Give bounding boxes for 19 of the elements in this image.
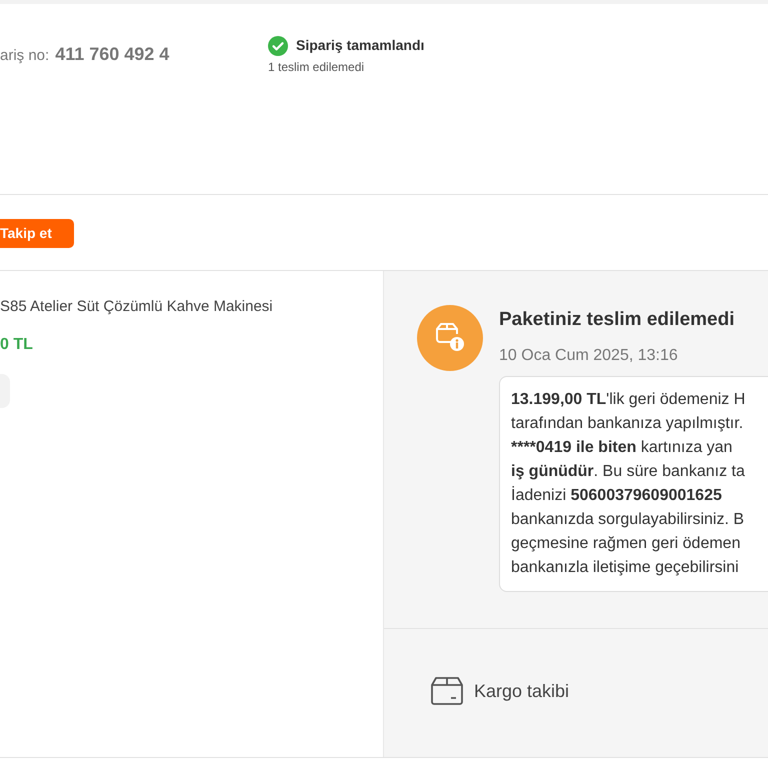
status-title: Sipariş tamamlandı: [296, 36, 424, 55]
product-price: 0 TL: [0, 335, 34, 355]
message-text: ****0419 ile biten kartınıza yan: [511, 438, 734, 458]
message-text: tarafından bankanıza yapılmıştır.: [511, 414, 744, 434]
event-date: 10 Oca Cum 2025, 13:16: [499, 346, 679, 366]
message-text: geçmesine rağmen geri ödemen: [511, 534, 742, 554]
cargo-tracking-link[interactable]: Kargo takibi: [431, 676, 570, 706]
message-text: iş günüdür. Bu süre bankanız ta: [511, 462, 746, 482]
message-text: İadenizi 50600379609001625: [511, 485, 723, 506]
box-icon: [431, 676, 463, 706]
message-text: 13.199,00 TL'lik geri ödemeniz H: [511, 390, 746, 410]
check-icon: [268, 36, 288, 56]
message-text: bankanızda sorgulayabilirsiniz. B: [511, 510, 746, 530]
order-label: ariş no:: [0, 46, 50, 66]
order-number: 411 760 492 4: [55, 43, 170, 66]
message-text: bankanızla iletişime geçebilirsini: [511, 558, 740, 578]
status-subtitle: 1 teslim edilemedi: [268, 59, 366, 76]
product-name[interactable]: S85 Atelier Süt Çözümlü Kahve Makinesi: [0, 297, 383, 317]
event-title: Paketiniz teslim edilemedi: [499, 308, 736, 332]
